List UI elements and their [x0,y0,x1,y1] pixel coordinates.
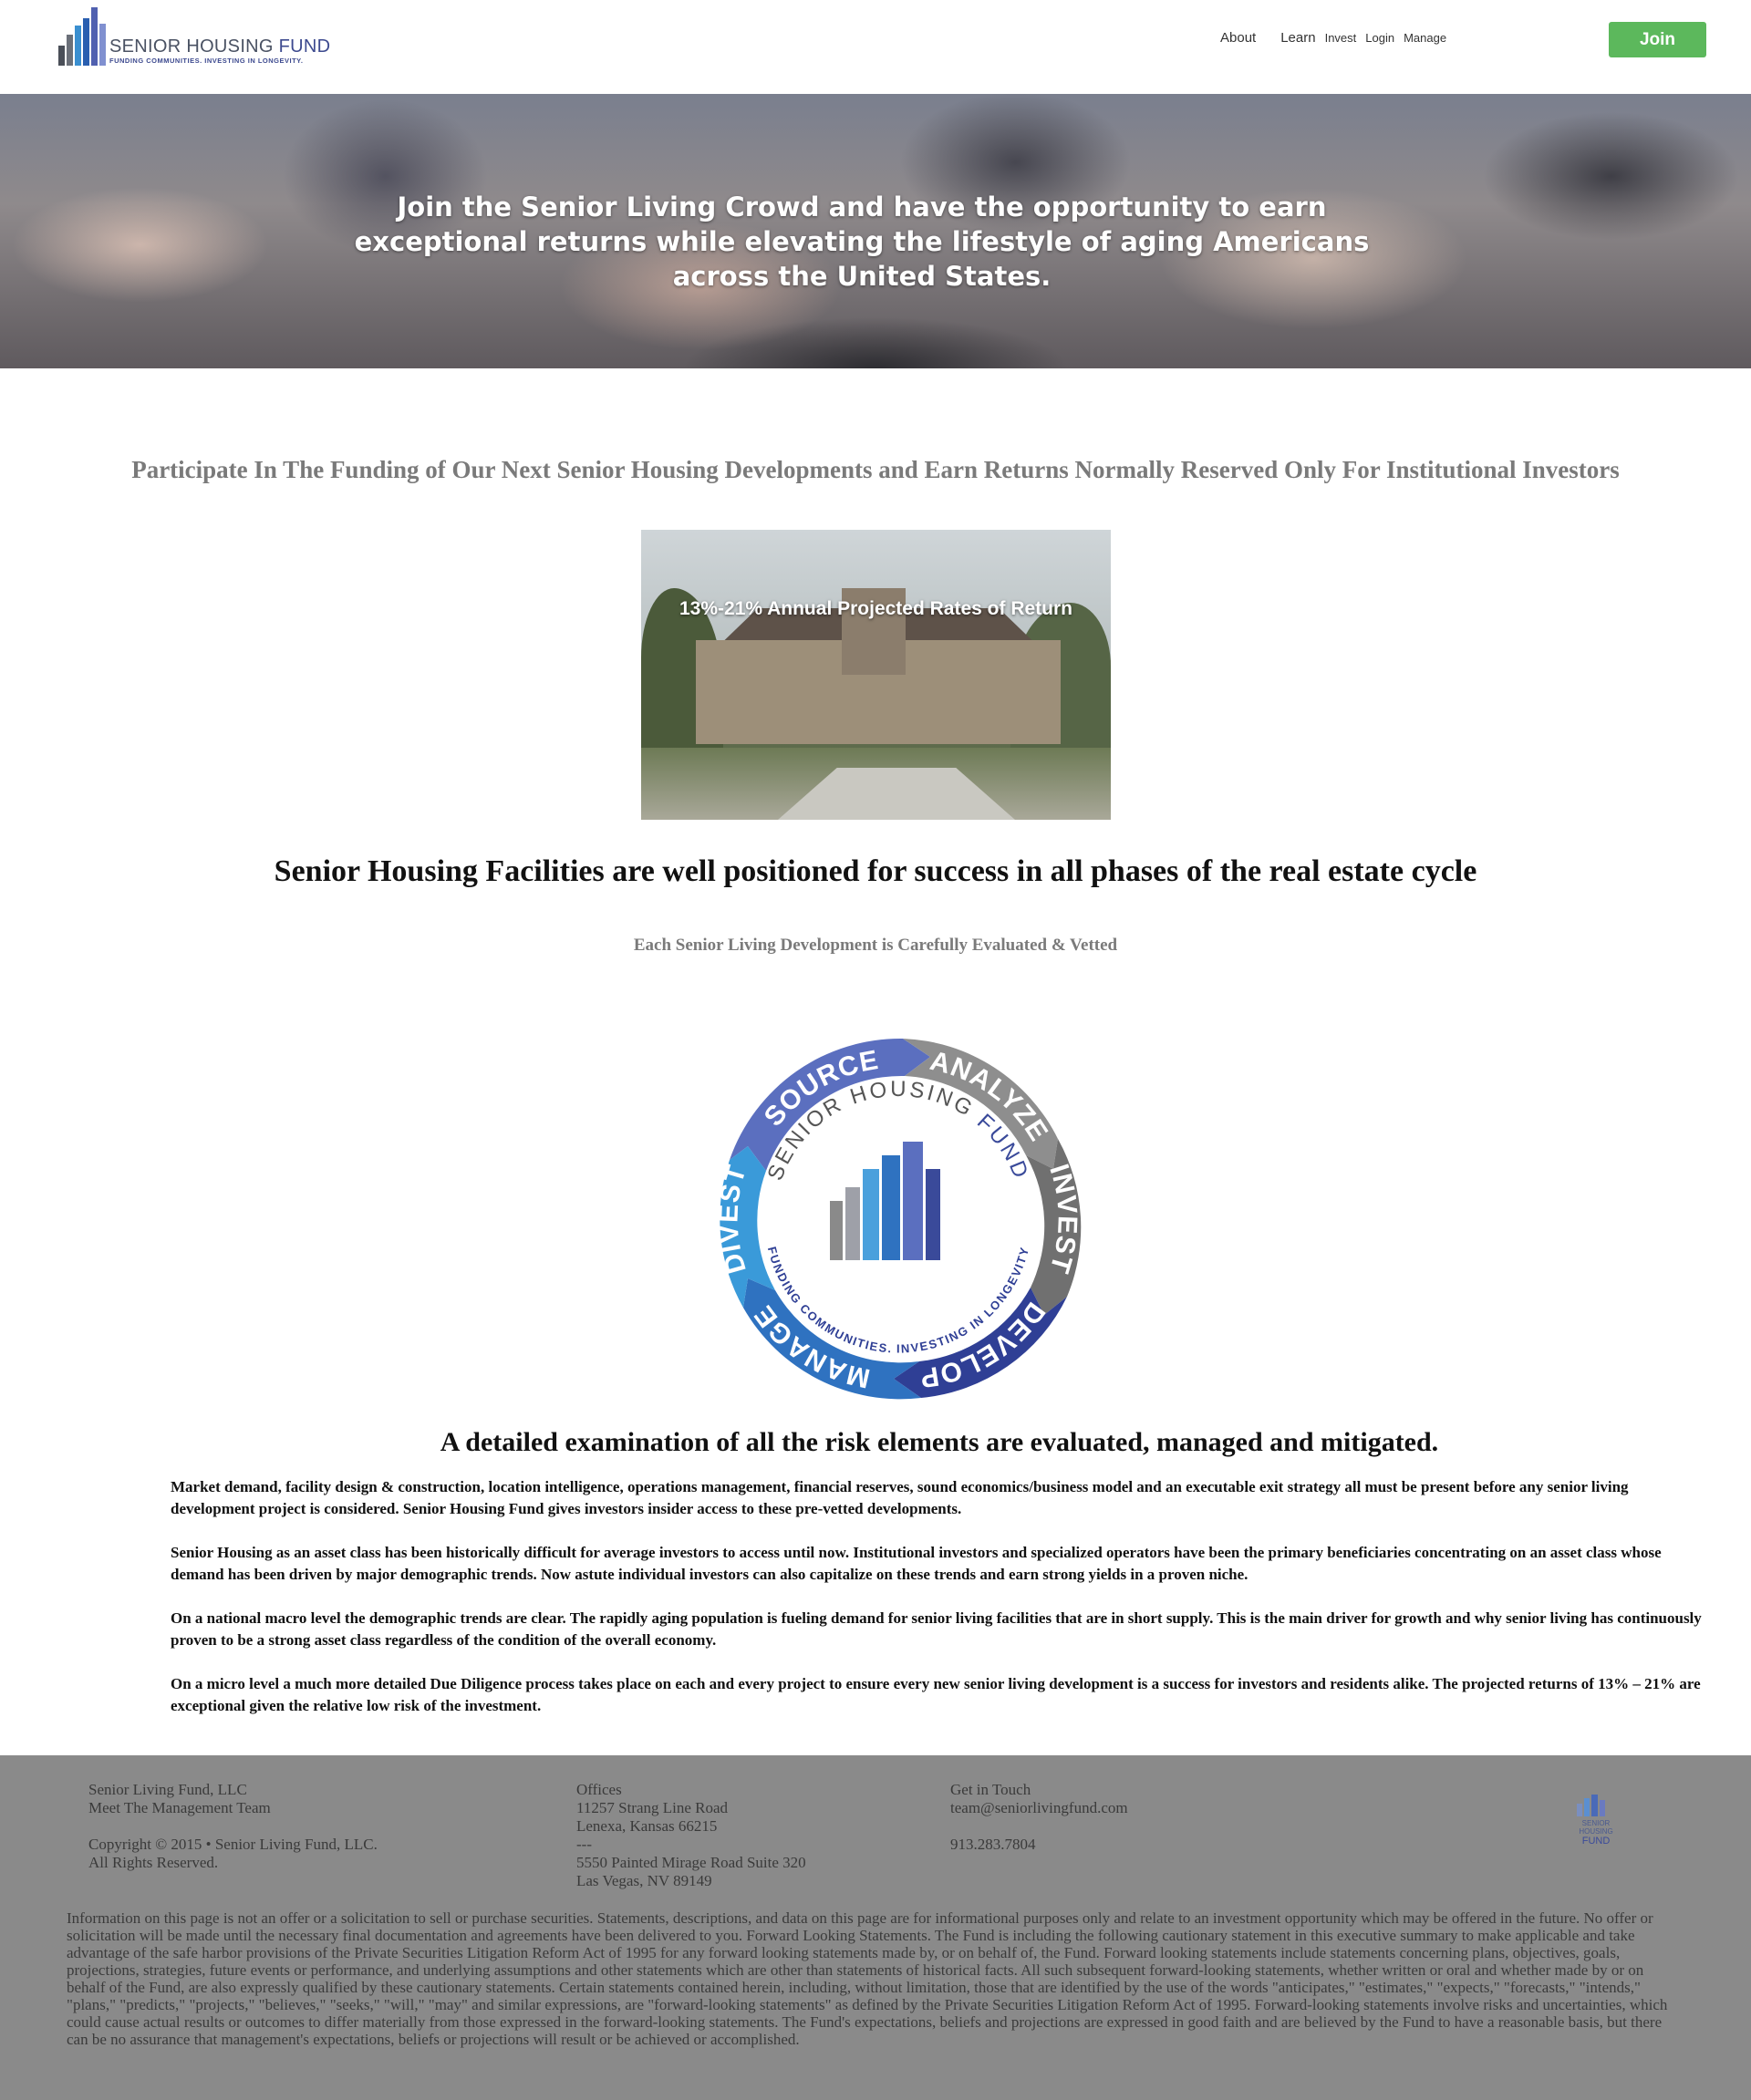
logo-name: SENIOR HOUSING FUND [109,36,330,57]
nav-invest[interactable]: Invest [1325,31,1357,45]
paragraph: Market demand, facility design & constru… [171,1478,1629,1517]
footer-copyright: Copyright © 2015 • Senior Living Fund, L… [88,1836,378,1853]
hero-headline: Join the Senior Living Crowd and have th… [354,191,1370,292]
footer-contact-label: Get in Touch [950,1781,1031,1798]
office2-line2: Las Vegas, NV 89149 [576,1872,712,1889]
paragraph: On a national macro level the demographi… [171,1609,1702,1649]
footer-team-link[interactable]: Meet The Management Team [88,1799,378,1817]
site-logo[interactable]: SENIOR HOUSING FUND FUNDING COMMUNITIES.… [58,5,330,66]
logo-tagline: FUNDING COMMUNITIES. INVESTING IN LONGEV… [109,57,304,65]
footer-company-name: Senior Living Fund, LLC [88,1781,247,1798]
logo-name-part2: FUND [278,36,331,57]
paragraph: Senior Housing as an asset class has bee… [171,1544,1662,1583]
nav-manage[interactable]: Manage [1404,31,1446,45]
footer-logo-name3: FUND [1582,1836,1611,1847]
footer-spacer [88,1817,378,1836]
footer-phone[interactable]: 913.283.7804 [950,1836,1128,1854]
section-heading-2: A detailed examination of all the risk e… [440,1427,1439,1457]
footer-logo-name2: HOUSING [1579,1827,1612,1836]
photo-caption: 13%-21% Annual Projected Rates of Return [679,598,1072,619]
body-paragraphs: Market demand, facility design & constru… [171,1476,1712,1739]
paragraph: On a micro level a much more detailed Du… [171,1675,1701,1714]
footer-spacer [950,1817,1128,1836]
site-header: SENIOR HOUSING FUND FUNDING COMMUNITIES.… [0,0,1751,94]
office1-line1: 11257 Strang Line Road [576,1799,729,1816]
section-subheading: Each Senior Living Development is Carefu… [633,936,1118,955]
logo-text: SENIOR HOUSING FUND FUNDING COMMUNITIES.… [109,36,330,66]
footer-email-link[interactable]: team@seniorlivingfund.com [950,1799,1128,1817]
main-nav: About Learn Invest Login Manage [1220,30,1456,46]
development-photo: 13%-21% Annual Projected Rates of Return [641,530,1111,820]
footer-contact-column: Get in Touch team@seniorlivingfund.com 9… [950,1781,1128,1854]
logo-buildings-icon [58,7,106,66]
office-separator: --- [576,1836,592,1853]
footer-company-column: Senior Living Fund, LLC Meet The Managem… [88,1781,378,1872]
nav-learn[interactable]: Learn [1280,30,1315,46]
legal-disclaimer: Information on this page is not an offer… [67,1909,1668,2048]
section-heading: Senior Housing Facilities are well posit… [274,854,1477,888]
investment-cycle-diagram: SOURCE ANALYZE INVEST DEVELOP MANAGE DIV… [713,1037,1082,1402]
logo-name-part1: SENIOR HOUSING [109,36,274,57]
office2-line1: 5550 Painted Mirage Road Suite 320 [576,1854,806,1871]
join-button[interactable]: Join [1609,22,1706,57]
office1-line2: Lenexa, Kansas 66215 [576,1817,718,1835]
site-footer: Senior Living Fund, LLC Meet The Managem… [0,1755,1751,2100]
nav-about[interactable]: About [1220,30,1256,46]
footer-offices-label: Offices [576,1781,622,1798]
footer-rights: All Rights Reserved. [88,1854,219,1871]
hero-banner: Join the Senior Living Crowd and have th… [0,94,1751,368]
footer-logo-name1: SENIOR [1582,1819,1611,1827]
nav-login[interactable]: Login [1365,31,1394,45]
footer-logo-icon: SENIOR HOUSING FUND [1577,1795,1613,1847]
lead-heading: Participate In The Funding of Our Next S… [131,456,1620,483]
footer-offices-column: Offices 11257 Strang Line Road Lenexa, K… [576,1781,806,1890]
